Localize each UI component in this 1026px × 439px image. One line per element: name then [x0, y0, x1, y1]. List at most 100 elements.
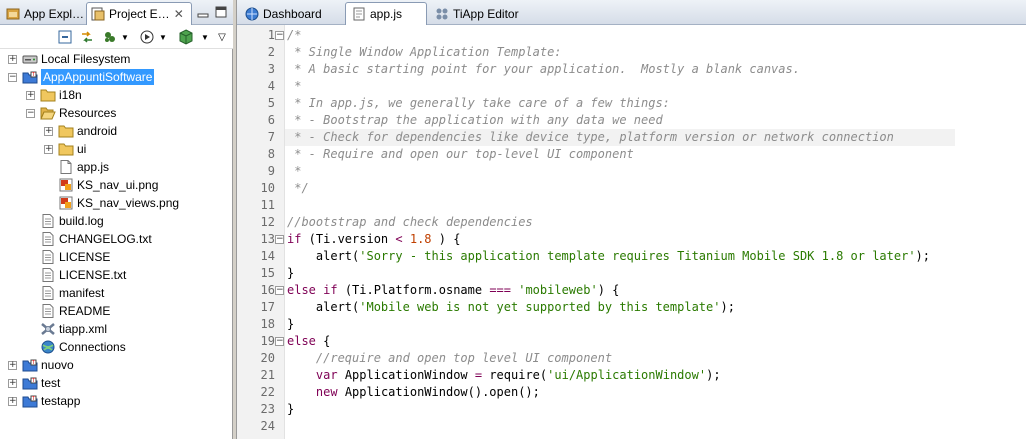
code-area[interactable]: /* * Single Window Application Template:…	[285, 25, 1026, 439]
code-line[interactable]: //require and open top level UI componen…	[285, 350, 1026, 367]
file-icon	[58, 160, 74, 174]
tree-item[interactable]: + Ttest	[0, 374, 233, 392]
tree-item-label: testapp	[41, 394, 81, 408]
code-line[interactable]: alert('Sorry - this application template…	[285, 248, 1026, 265]
tree-item[interactable]: − T AppAppuntiSoftware	[0, 68, 233, 86]
code-line[interactable]	[285, 197, 1026, 214]
code-line[interactable]: new ApplicationWindow().open();	[285, 384, 1026, 401]
code-line[interactable]	[285, 418, 1026, 435]
code-line[interactable]: *	[285, 78, 1026, 95]
project-explorer-icon	[91, 7, 105, 21]
tree-item[interactable]: Connections	[0, 338, 233, 356]
line-number-gutter: 1−2 3 4 5 6 7 8 9 10 11 12 13−14 15 16−17 18 19−20 21 22 2…	[237, 25, 285, 439]
tab-dashboard[interactable]: Dashboard	[239, 2, 343, 25]
titanium-project-icon: T	[22, 70, 38, 84]
expand-icon[interactable]: +	[8, 54, 17, 64]
run-dropdown-icon[interactable]: ▼	[117, 29, 133, 45]
tree-item[interactable]: + Tnuovo	[0, 356, 233, 374]
line-number: 24	[260, 419, 275, 433]
tree-item[interactable]: CHANGELOG.txt	[0, 230, 233, 248]
code-line[interactable]: * A basic starting point for your applic…	[285, 61, 1026, 78]
tree-item-label: README	[59, 304, 111, 318]
tree-item[interactable]: LICENSE.txt	[0, 266, 233, 284]
tab-app-explorer[interactable]: App Expl…	[2, 2, 84, 25]
debug-icon[interactable]	[139, 29, 155, 45]
close-icon[interactable]: ✕	[174, 7, 184, 21]
code-line[interactable]: * In app.js, we generally take care of a…	[285, 95, 1026, 112]
code-line[interactable]: }	[285, 401, 1026, 418]
tree-item[interactable]: README	[0, 302, 233, 320]
fold-toggle-icon[interactable]: −	[275, 235, 284, 244]
collapse-icon[interactable]: −	[26, 108, 35, 118]
code-line[interactable]: * Single Window Application Template:	[285, 44, 1026, 61]
tree-item-label: CHANGELOG.txt	[59, 232, 152, 246]
tab-tiapp-editor[interactable]: TiApp Editor	[429, 2, 549, 25]
expand-icon[interactable]: +	[8, 396, 17, 406]
package-dropdown-icon[interactable]: ▼	[197, 29, 213, 45]
code-token: 'ui/ApplicationWindow'	[547, 368, 707, 382]
line-number: 6	[267, 113, 275, 127]
code-token: if	[323, 283, 338, 297]
code-line[interactable]: //bootstrap and check dependencies	[285, 214, 1026, 231]
code-line[interactable]: }	[285, 316, 1026, 333]
code-line[interactable]: else if (Ti.Platform.osname === 'mobilew…	[285, 282, 1026, 299]
code-line[interactable]: else {	[285, 333, 1026, 350]
expand-icon[interactable]: +	[44, 126, 53, 136]
fold-toggle-icon[interactable]: −	[275, 337, 284, 346]
view-menu-icon[interactable]: ▽	[214, 29, 230, 45]
run-icon[interactable]	[102, 29, 118, 45]
code-line[interactable]: * - Bootstrap the application with any d…	[285, 112, 1026, 129]
debug-dropdown-icon[interactable]: ▼	[155, 29, 171, 45]
tree-item[interactable]: + i18n	[0, 86, 233, 104]
project-tree: + Local Filesystem − T AppAppuntiSoftware + i1…	[0, 49, 233, 439]
maximize-icon[interactable]	[215, 6, 227, 18]
text-file-icon	[40, 268, 56, 282]
folder-open-icon	[40, 106, 56, 120]
line-number: 15	[260, 266, 275, 280]
collapse-all-icon[interactable]	[57, 29, 73, 45]
collapse-icon[interactable]: −	[8, 72, 17, 82]
code-line[interactable]: if (Ti.version < 1.8 ) {	[285, 231, 1026, 248]
tree-item[interactable]: build.log	[0, 212, 233, 230]
code-token: var	[315, 368, 338, 382]
code-line[interactable]: *	[285, 163, 1026, 180]
code-token: alert(	[287, 249, 360, 263]
code-line[interactable]: /*	[285, 27, 1026, 44]
tab-project-explorer[interactable]: Project E… ✕	[86, 2, 192, 25]
package-icon[interactable]	[178, 29, 194, 45]
code-line[interactable]: * - Check for dependencies like device t…	[285, 129, 955, 146]
text-file-icon	[40, 250, 56, 264]
expand-icon[interactable]: +	[8, 360, 17, 370]
tree-item[interactable]: + android	[0, 122, 233, 140]
link-with-editor-icon[interactable]	[79, 29, 95, 45]
tree-item[interactable]: app.js	[0, 158, 233, 176]
code-line[interactable]: alert('Mobile web is not yet supported b…	[285, 299, 1026, 316]
minimize-icon[interactable]	[197, 6, 209, 18]
tree-item[interactable]: + ui	[0, 140, 233, 158]
tree-item[interactable]: manifest	[0, 284, 233, 302]
code-token: ) {	[431, 232, 461, 246]
code-token: 'Sorry - this application template requi…	[359, 249, 916, 263]
code-line[interactable]: var ApplicationWindow = require('ui/Appl…	[285, 367, 1026, 384]
fold-toggle-icon[interactable]: −	[275, 31, 284, 40]
tree-item[interactable]: − Resources	[0, 104, 233, 122]
tree-item-label: Local Filesystem	[41, 52, 131, 66]
tree-item[interactable]: LICENSE	[0, 248, 233, 266]
expand-icon[interactable]: +	[44, 144, 53, 154]
code-line[interactable]: }	[285, 265, 1026, 282]
tree-item[interactable]: + Local Filesystem	[0, 50, 233, 68]
tree-item[interactable]: tiapp.xml	[0, 320, 233, 338]
code-line[interactable]: * - Require and open our top-level UI co…	[285, 146, 1026, 163]
tree-item[interactable]: KS_nav_views.png	[0, 194, 233, 212]
tree-item[interactable]: KS_nav_ui.png	[0, 176, 233, 194]
tab-app-js[interactable]: app.js	[345, 2, 427, 25]
tree-item[interactable]: + Ttestapp	[0, 392, 233, 410]
code-token: //require and open top level UI componen…	[287, 351, 613, 365]
left-tab-bar: App Expl… Project E… ✕	[0, 0, 233, 25]
code-line[interactable]: */	[285, 180, 1026, 197]
fold-toggle-icon[interactable]: −	[275, 286, 284, 295]
expand-icon[interactable]: +	[26, 90, 35, 100]
code-token: <	[395, 232, 403, 246]
expand-icon[interactable]: +	[8, 378, 17, 388]
